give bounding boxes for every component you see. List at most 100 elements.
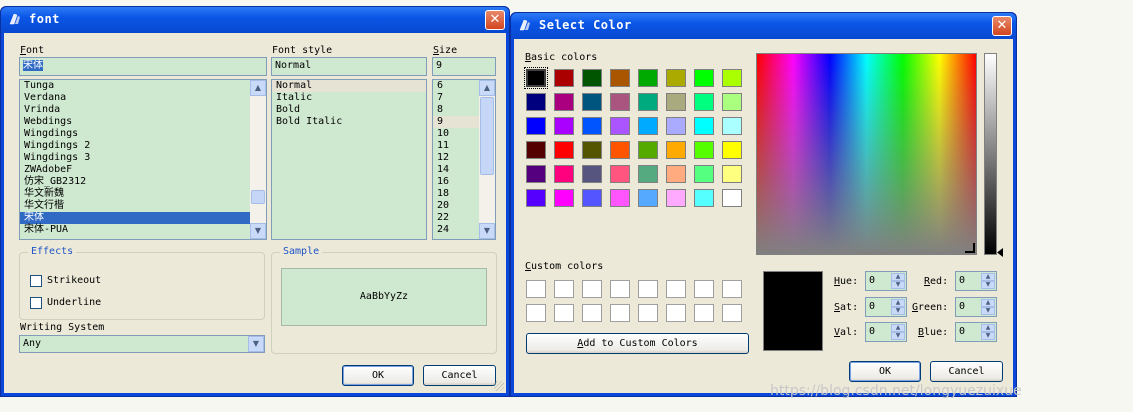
basic-color-swatch[interactable] [638,117,658,135]
font-ok-button[interactable]: OK [342,365,414,386]
basic-color-swatch[interactable] [582,93,602,111]
basic-color-swatch[interactable] [638,69,658,87]
basic-color-swatch[interactable] [694,141,714,159]
basic-color-swatch[interactable] [526,93,546,111]
custom-color-swatch[interactable] [526,280,546,298]
font-list-item[interactable]: Wingdings 3 [20,152,250,164]
size-list-scrollbar[interactable]: ▲ ▼ [479,80,495,239]
font-style-list-item[interactable]: Bold Italic [272,116,426,128]
basic-color-swatch[interactable] [694,93,714,111]
font-list-item[interactable]: 仿宋_GB2312 [20,176,250,188]
custom-color-swatch[interactable] [554,304,574,322]
font-list-item[interactable]: Vrinda [20,104,250,116]
slider-arrow-icon[interactable] [997,248,1003,257]
font-list-item[interactable]: 华文新魏 [20,188,250,200]
basic-color-swatch[interactable] [666,117,686,135]
font-list-item[interactable]: Webdings [20,116,250,128]
chevron-down-icon[interactable]: ▼ [248,336,264,352]
basic-color-swatch[interactable] [638,141,658,159]
custom-color-swatch[interactable] [694,280,714,298]
spin-down-icon[interactable]: ▼ [891,281,905,289]
color-cancel-button[interactable]: Cancel [930,361,1003,382]
basic-color-swatch[interactable] [722,165,742,183]
strikeout-checkbox[interactable] [30,275,42,287]
size-list-item[interactable]: 10 [433,128,479,140]
basic-color-swatch[interactable] [666,189,686,207]
basic-color-swatch[interactable] [638,165,658,183]
custom-color-swatch[interactable] [694,304,714,322]
custom-color-swatch[interactable] [666,280,686,298]
size-input[interactable]: 9 [432,57,496,76]
font-list-item[interactable]: ZWAdobeF [20,164,250,176]
basic-color-swatch[interactable] [694,69,714,87]
basic-color-swatch[interactable] [694,165,714,183]
basic-color-swatch[interactable] [526,165,546,183]
basic-color-swatch[interactable] [666,165,686,183]
basic-color-swatch[interactable] [722,117,742,135]
basic-color-swatch[interactable] [526,141,546,159]
font-style-list-item[interactable]: Bold [272,104,426,116]
spin-down-icon[interactable]: ▼ [891,307,905,315]
scroll-up-icon[interactable]: ▲ [479,80,495,96]
basic-color-swatch[interactable] [582,141,602,159]
custom-color-swatch[interactable] [610,280,630,298]
basic-color-swatch[interactable] [554,117,574,135]
basic-color-swatch[interactable] [666,141,686,159]
color-dialog-titlebar[interactable]: Select Color ✕ [511,13,1016,39]
font-style-input[interactable]: Normal [271,57,427,76]
size-list-item[interactable]: 18 [433,188,479,200]
sat-spinbox[interactable]: 0 ▲ ▼ [865,297,907,317]
basic-color-swatch[interactable] [554,69,574,87]
custom-color-swatch[interactable] [722,280,742,298]
basic-color-swatch[interactable] [610,165,630,183]
size-list-item[interactable]: 12 [433,152,479,164]
spin-down-icon[interactable]: ▼ [981,332,995,340]
basic-color-swatch[interactable] [582,117,602,135]
font-list-item[interactable]: 华文行楷 [20,200,250,212]
basic-color-swatch[interactable] [694,117,714,135]
blue-spinbox[interactable]: 0 ▲ ▼ [955,322,997,342]
font-cancel-button[interactable]: Cancel [423,365,496,386]
size-list-item[interactable]: 16 [433,176,479,188]
color-spectrum[interactable] [756,53,977,255]
custom-color-swatch[interactable] [722,304,742,322]
basic-color-swatch[interactable] [694,189,714,207]
spin-up-icon[interactable]: ▲ [891,299,905,307]
basic-color-swatch[interactable] [526,189,546,207]
basic-color-swatch[interactable] [582,189,602,207]
scroll-thumb[interactable] [251,190,265,204]
close-icon[interactable]: ✕ [992,16,1012,36]
basic-color-swatch[interactable] [666,93,686,111]
basic-color-swatch[interactable] [722,189,742,207]
basic-color-swatch[interactable] [722,141,742,159]
value-slider[interactable] [984,53,997,255]
basic-color-swatch[interactable] [610,93,630,111]
underline-checkbox[interactable] [30,297,42,309]
font-style-list-item[interactable]: Italic [272,92,426,104]
basic-color-swatch[interactable] [554,165,574,183]
basic-color-swatch[interactable] [524,67,548,89]
red-spinbox[interactable]: 0 ▲ ▼ [955,271,997,291]
font-list-item[interactable]: Verdana [20,92,250,104]
basic-color-swatch[interactable] [554,141,574,159]
spin-down-icon[interactable]: ▼ [981,281,995,289]
basic-color-swatch[interactable] [554,189,574,207]
size-list-item[interactable]: 6 [433,80,479,92]
basic-color-swatch[interactable] [722,93,742,111]
size-list-item[interactable]: 9 [433,116,479,128]
font-list-item[interactable]: Tunga [20,80,250,92]
size-list-item[interactable]: 7 [433,92,479,104]
basic-color-swatch[interactable] [610,141,630,159]
font-list-item[interactable]: Wingdings [20,128,250,140]
basic-color-swatch[interactable] [582,69,602,87]
font-style-list[interactable]: Normal Italic Bold Bold Italic [271,79,427,240]
scroll-up-icon[interactable]: ▲ [250,80,266,96]
green-spinbox[interactable]: 0 ▲ ▼ [955,297,997,317]
font-list-item[interactable]: 宋体-PUA [20,224,250,236]
size-list[interactable]: 6 7 8 9 10 11 12 14 16 18 20 22 24 ▲ ▼ [432,79,496,240]
resize-grip-icon[interactable] [494,381,504,391]
custom-color-swatch[interactable] [582,304,602,322]
basic-color-swatch[interactable] [610,117,630,135]
add-custom-colors-button[interactable]: Add to Custom Colors [526,333,749,354]
size-list-item[interactable]: 11 [433,140,479,152]
